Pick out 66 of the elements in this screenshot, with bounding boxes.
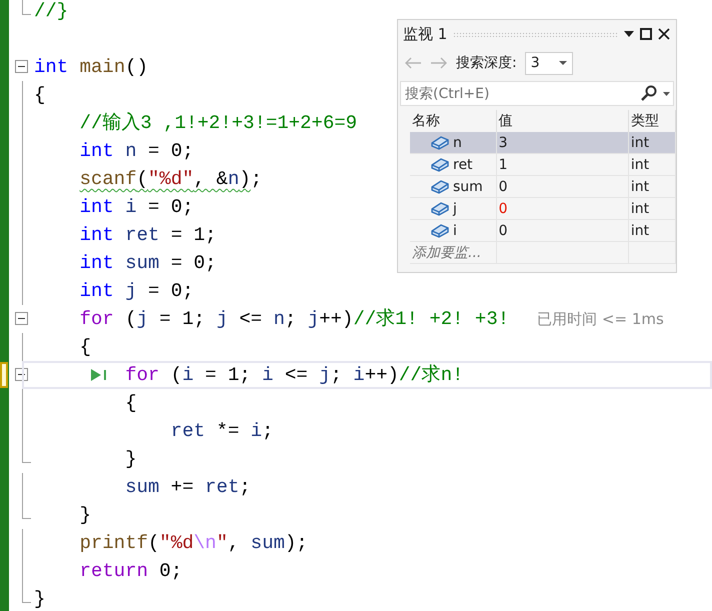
code-line: int main() — [34, 55, 148, 80]
caret-icon[interactable] — [663, 92, 670, 96]
code-line: { — [125, 391, 137, 416]
variable-value: 0 — [496, 198, 628, 220]
code-line: int ret = 1; — [80, 223, 216, 248]
code-line: int j = 0; — [80, 279, 194, 304]
variable-name: sum — [453, 178, 483, 194]
code-line: return 0; — [80, 559, 182, 584]
variable-type: int — [628, 132, 676, 154]
code-line: ret *= i; — [170, 419, 274, 444]
search-icon[interactable] — [640, 84, 658, 102]
dropdown-icon[interactable] — [624, 31, 634, 37]
change-bar — [0, 585, 9, 611]
code-line: int sum = 0; — [80, 251, 216, 276]
watch-row[interactable]: n 3 int — [410, 132, 676, 154]
caret-icon — [558, 61, 567, 65]
code-line: } — [80, 503, 91, 528]
variable-icon — [430, 178, 450, 195]
code-line: } — [125, 447, 137, 472]
variable-name: n — [453, 134, 462, 150]
panel-title: 监视 1 — [403, 24, 448, 44]
variable-value: 0 — [496, 176, 628, 198]
watch-row[interactable]: j 0 int — [410, 198, 676, 220]
variable-value: 0 — [496, 220, 628, 242]
change-bar — [0, 333, 9, 361]
drag-grip[interactable] — [453, 32, 618, 36]
variable-icon — [430, 222, 450, 239]
search-depth-label: 搜索深度: — [456, 54, 517, 72]
collapse-toggle[interactable] — [15, 60, 28, 73]
variable-name: ret — [453, 156, 473, 172]
variable-value: 3 — [496, 132, 628, 154]
variable-name: j — [453, 200, 457, 216]
add-watch-placeholder[interactable]: 添加要监... — [410, 242, 496, 264]
variable-type: int — [628, 154, 676, 176]
code-line: scanf("%d", &n); — [80, 167, 262, 192]
watch-row[interactable]: ret 1 int — [410, 154, 676, 176]
code-line: sum += ret; — [125, 475, 251, 500]
change-bar — [0, 0, 9, 25]
code-line: { — [34, 83, 46, 108]
watch-row[interactable]: sum 0 int — [410, 176, 676, 198]
code-line: for (i = 1; i <= j; i++)//求n! — [125, 363, 464, 388]
change-bar — [0, 389, 9, 417]
watch-row[interactable]: i 0 int — [410, 220, 676, 242]
variable-icon — [430, 200, 450, 217]
variable-type: int — [628, 198, 676, 220]
code-line: for (j = 1; j <= n; j++)//求1! +2! +3! — [80, 307, 510, 332]
code-line: //} — [34, 0, 68, 24]
current-statement-icon — [90, 368, 108, 382]
variable-type: int — [628, 220, 676, 242]
code-line: { — [80, 335, 91, 360]
collapse-toggle[interactable] — [15, 312, 28, 325]
maximize-icon[interactable] — [640, 28, 652, 40]
close-icon[interactable] — [658, 28, 670, 40]
search-depth-dropdown[interactable]: 3 — [524, 52, 573, 74]
variable-icon — [430, 134, 450, 151]
search-field[interactable]: 搜索(Ctrl+E) — [400, 81, 674, 106]
code-line: int n = 0; — [80, 139, 194, 164]
variable-type: int — [628, 176, 676, 198]
variable-icon — [430, 156, 450, 173]
variable-value: 1 — [496, 154, 628, 176]
code-line: } — [34, 587, 46, 611]
code-line: //输入3 ,1!+2!+3!=1+2+6=9 — [80, 111, 358, 136]
variable-name: i — [453, 222, 457, 238]
elapsed-time-hint: 已用时间 <= 1ms — [537, 310, 664, 328]
code-line: printf("%d\n", sum); — [80, 531, 308, 556]
code-line: int i = 0; — [80, 195, 194, 220]
